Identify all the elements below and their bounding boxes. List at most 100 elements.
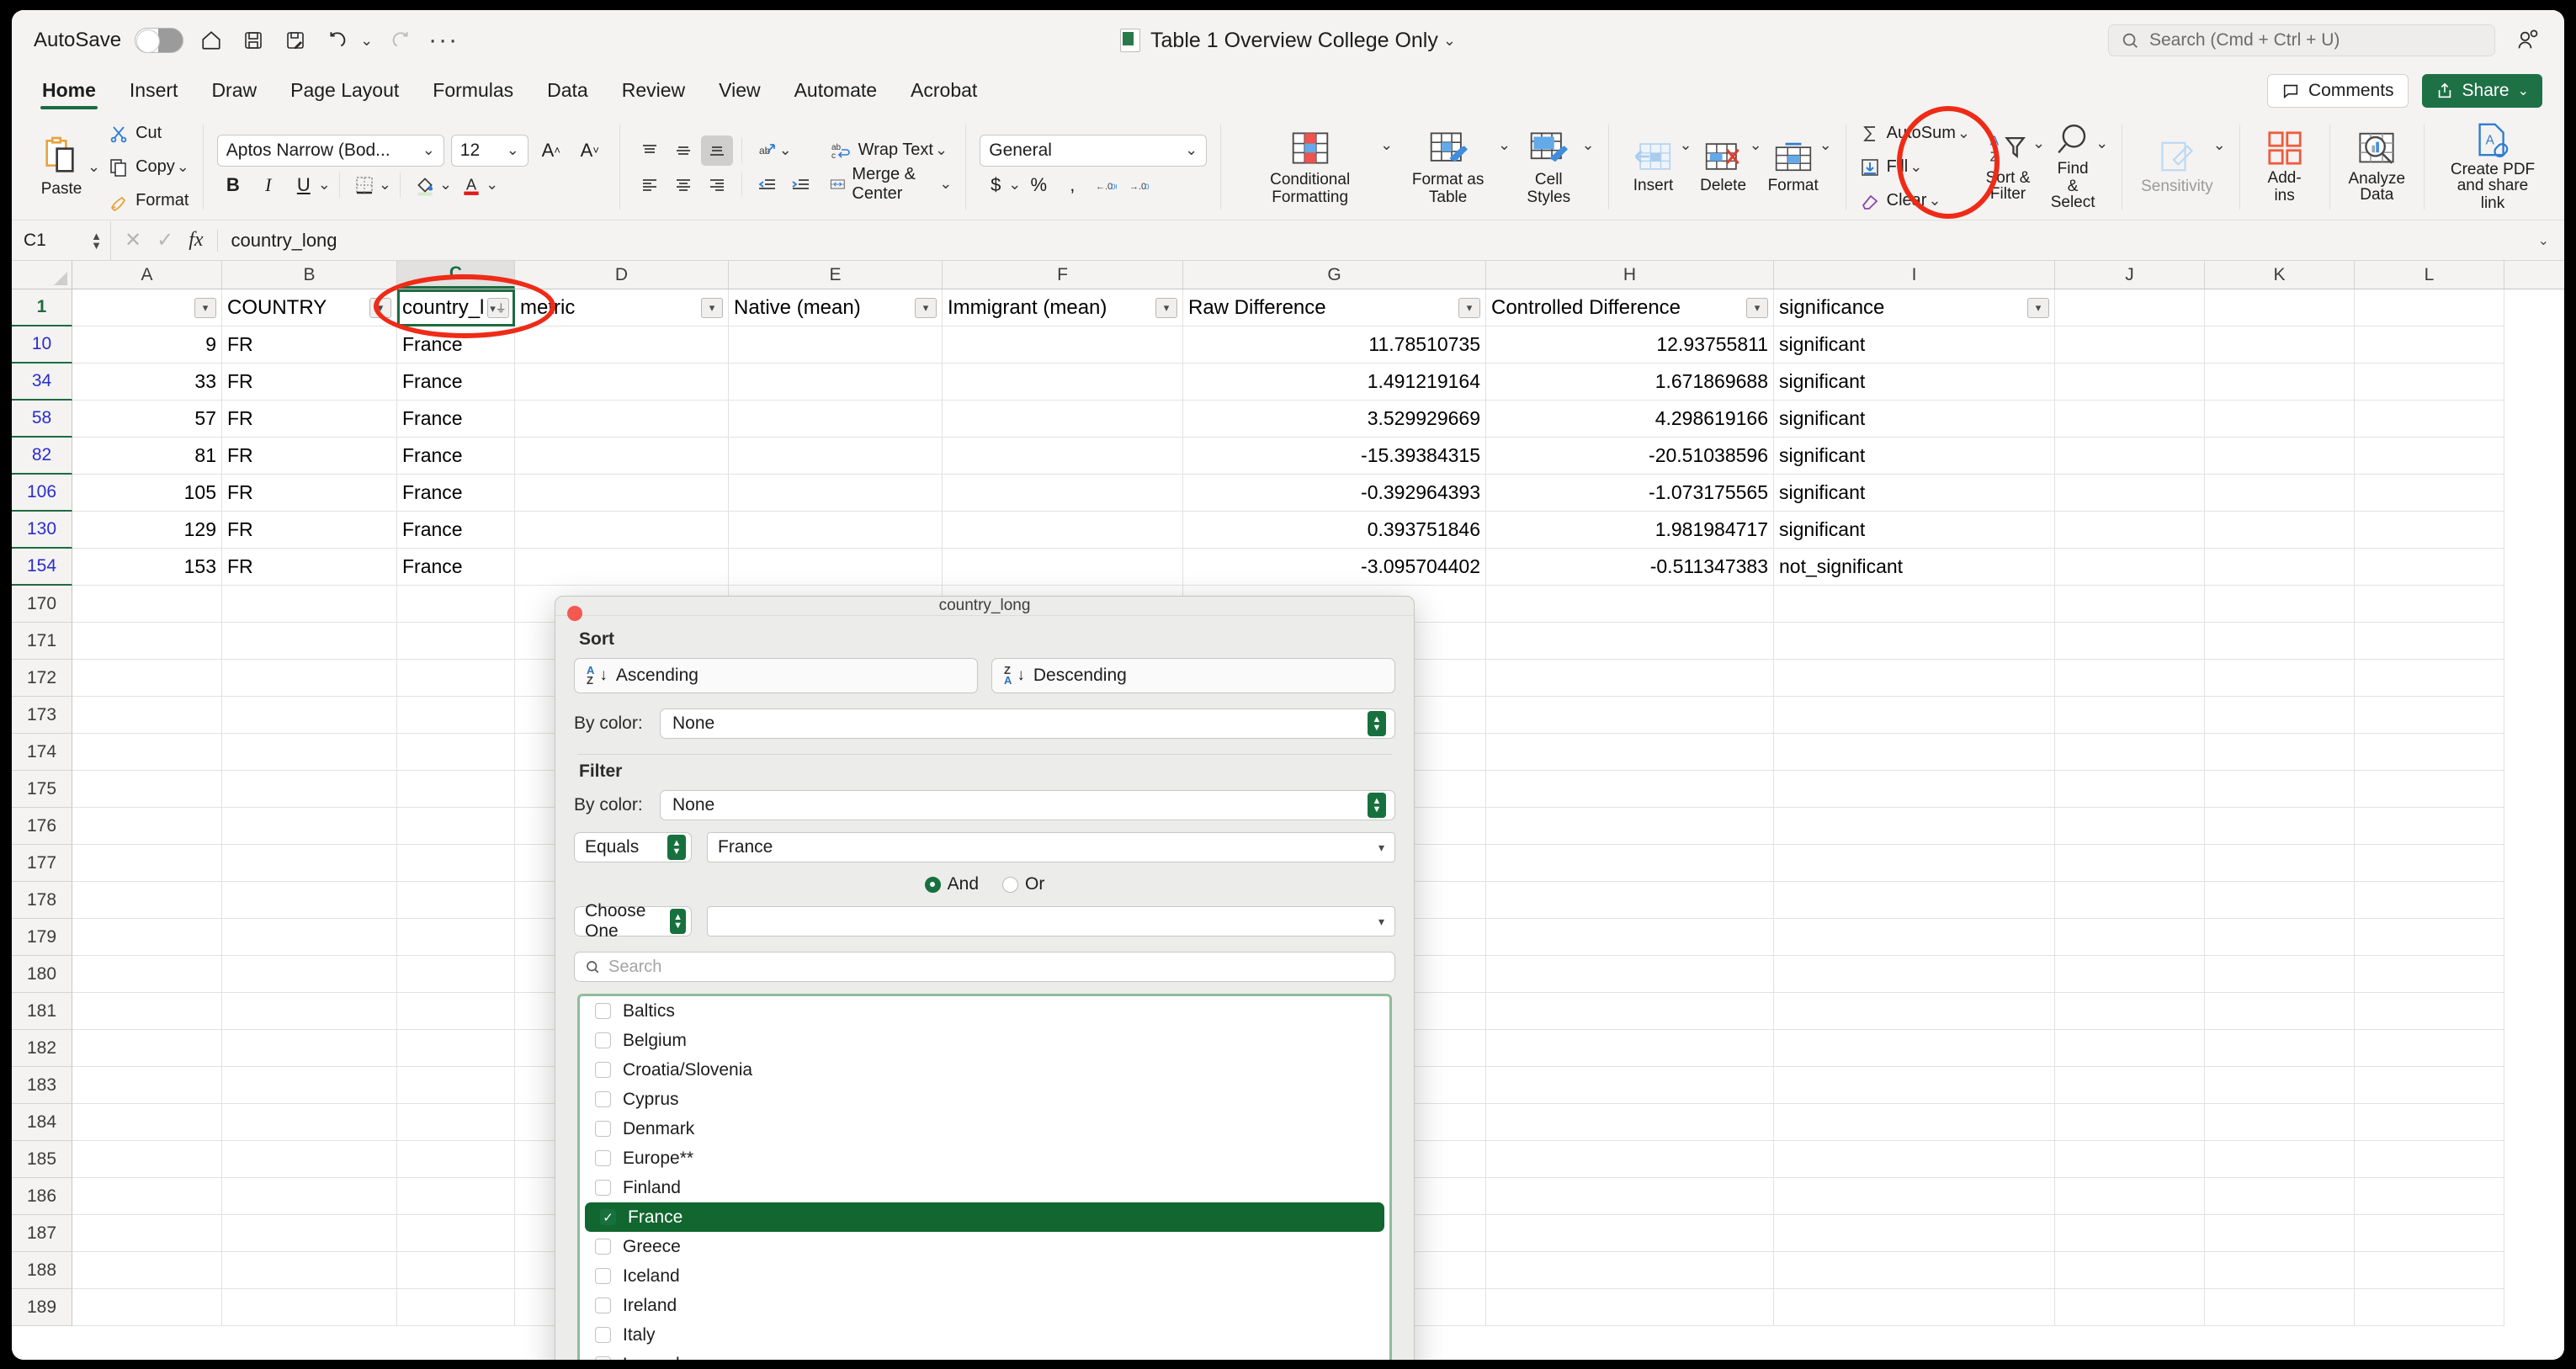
- cell-raw-difference[interactable]: -15.39384315: [1183, 438, 1486, 475]
- empty-cell[interactable]: [72, 697, 222, 734]
- checkbox-unchecked-icon[interactable]: [595, 1268, 611, 1284]
- header-cell-immigrant-mean[interactable]: Immigrant (mean) ▾: [943, 289, 1183, 326]
- empty-cell[interactable]: [1774, 734, 2055, 771]
- cell-j[interactable]: [2055, 549, 2205, 586]
- cell-raw-difference[interactable]: 1.491219164: [1183, 363, 1486, 401]
- increase-indent-icon[interactable]: [784, 169, 816, 199]
- empty-cell[interactable]: [2055, 623, 2205, 660]
- tab-review[interactable]: Review: [607, 79, 700, 111]
- cell-l[interactable]: [2355, 549, 2504, 586]
- empty-cell[interactable]: [397, 919, 515, 956]
- delete-cells-button[interactable]: Delete: [1692, 114, 1755, 220]
- currency-chevron-down-icon[interactable]: ⌄: [1008, 176, 1021, 194]
- insert-cells-button[interactable]: Insert: [1622, 114, 1684, 220]
- cell-metric[interactable]: [515, 401, 729, 438]
- autosave-toggle[interactable]: [135, 28, 184, 53]
- cell-significance[interactable]: significant: [1774, 326, 2055, 363]
- empty-cell[interactable]: [1486, 660, 1774, 697]
- cell-j[interactable]: [2055, 401, 2205, 438]
- formula-bar-expand-chevron-down-icon[interactable]: ⌄: [2523, 232, 2564, 249]
- empty-cell[interactable]: [2055, 1067, 2205, 1104]
- cell-a[interactable]: 153: [72, 549, 222, 586]
- orientation-icon[interactable]: ab: [751, 135, 783, 166]
- format-as-table-chevron-down-icon[interactable]: ⌄: [1498, 136, 1511, 154]
- criteria2-operator-select[interactable]: Choose One ▲ ▼: [574, 901, 692, 941]
- empty-cell[interactable]: [397, 697, 515, 734]
- header-cell-j[interactable]: [2055, 289, 2205, 326]
- empty-cell[interactable]: [72, 1141, 222, 1178]
- empty-cell[interactable]: [222, 734, 397, 771]
- close-icon[interactable]: [567, 606, 582, 621]
- row-header-184[interactable]: 184: [12, 1104, 72, 1141]
- empty-cell[interactable]: [397, 586, 515, 623]
- home-icon[interactable]: [197, 26, 226, 55]
- format-cells-chevron-down-icon[interactable]: ⌄: [1819, 136, 1832, 154]
- empty-cell[interactable]: [2055, 697, 2205, 734]
- empty-cell[interactable]: [72, 1252, 222, 1289]
- name-box[interactable]: C1 ▲ ▼: [12, 220, 111, 260]
- empty-cell[interactable]: [1486, 734, 1774, 771]
- empty-cell[interactable]: [72, 734, 222, 771]
- cell-country-long[interactable]: France: [397, 401, 515, 438]
- share-chevron-down-icon[interactable]: ⌄: [2518, 82, 2529, 99]
- empty-cell[interactable]: [1486, 1104, 1774, 1141]
- empty-cell[interactable]: [222, 808, 397, 845]
- cell-l[interactable]: [2355, 401, 2504, 438]
- borders-icon[interactable]: [348, 170, 380, 200]
- cell-immigrant-mean[interactable]: [943, 549, 1183, 586]
- empty-cell[interactable]: [2205, 956, 2355, 993]
- filter-dropdown-native-mean[interactable]: ▾: [915, 297, 937, 318]
- empty-cell[interactable]: [72, 1030, 222, 1067]
- column-header-d[interactable]: D: [515, 261, 729, 289]
- empty-cell[interactable]: [1774, 919, 2055, 956]
- empty-cell[interactable]: [1774, 1289, 2055, 1326]
- empty-cell[interactable]: [397, 1289, 515, 1326]
- tab-formulas[interactable]: Formulas: [417, 79, 528, 111]
- cell-immigrant-mean[interactable]: [943, 438, 1183, 475]
- cell-k[interactable]: [2205, 475, 2355, 512]
- cell-l[interactable]: [2355, 438, 2504, 475]
- empty-cell[interactable]: [2055, 1178, 2205, 1215]
- undo-icon[interactable]: [323, 26, 352, 55]
- column-header-h[interactable]: H: [1486, 261, 1774, 289]
- row-header-34[interactable]: 34: [12, 363, 72, 401]
- tab-home[interactable]: Home: [27, 79, 111, 111]
- cell-country[interactable]: FR: [222, 363, 397, 401]
- column-header-f[interactable]: F: [943, 261, 1183, 289]
- column-header-k[interactable]: K: [2205, 261, 2355, 289]
- checkbox-unchecked-icon[interactable]: [595, 1150, 611, 1166]
- find-select-button[interactable]: Find & Select: [2045, 114, 2101, 220]
- empty-cell[interactable]: [1486, 771, 1774, 808]
- empty-cell[interactable]: [222, 993, 397, 1030]
- empty-cell[interactable]: [1486, 623, 1774, 660]
- empty-cell[interactable]: [2355, 1252, 2504, 1289]
- filter-list-item[interactable]: Ireland: [580, 1291, 1389, 1320]
- cell-native-mean[interactable]: [729, 512, 943, 549]
- underline-chevron-down-icon[interactable]: ⌄: [318, 176, 331, 194]
- filter-list-item[interactable]: Iceland: [580, 1261, 1389, 1291]
- empty-cell[interactable]: [2355, 1067, 2504, 1104]
- empty-cell[interactable]: [1774, 1215, 2055, 1252]
- cell-significance[interactable]: significant: [1774, 512, 2055, 549]
- empty-cell[interactable]: [72, 1178, 222, 1215]
- empty-cell[interactable]: [222, 586, 397, 623]
- tab-page-layout[interactable]: Page Layout: [275, 79, 414, 111]
- empty-cell[interactable]: [397, 956, 515, 993]
- cell-significance[interactable]: not_significant: [1774, 549, 2055, 586]
- tab-draw[interactable]: Draw: [196, 79, 272, 111]
- cell-metric[interactable]: [515, 475, 729, 512]
- tab-automate[interactable]: Automate: [779, 79, 892, 111]
- empty-cell[interactable]: [1774, 697, 2055, 734]
- paste-chevron-down-icon[interactable]: ⌄: [88, 158, 100, 176]
- empty-cell[interactable]: [2055, 734, 2205, 771]
- empty-cell[interactable]: [397, 1104, 515, 1141]
- empty-cell[interactable]: [1486, 586, 1774, 623]
- empty-cell[interactable]: [2055, 993, 2205, 1030]
- empty-cell[interactable]: [1486, 808, 1774, 845]
- empty-cell[interactable]: [1774, 845, 2055, 882]
- document-title-chevron-down-icon[interactable]: ⌄: [1443, 32, 1456, 50]
- cell-j[interactable]: [2055, 326, 2205, 363]
- font-size-chevron-down-icon[interactable]: ⌄: [507, 141, 519, 159]
- save-icon[interactable]: [239, 26, 268, 55]
- empty-cell[interactable]: [222, 882, 397, 919]
